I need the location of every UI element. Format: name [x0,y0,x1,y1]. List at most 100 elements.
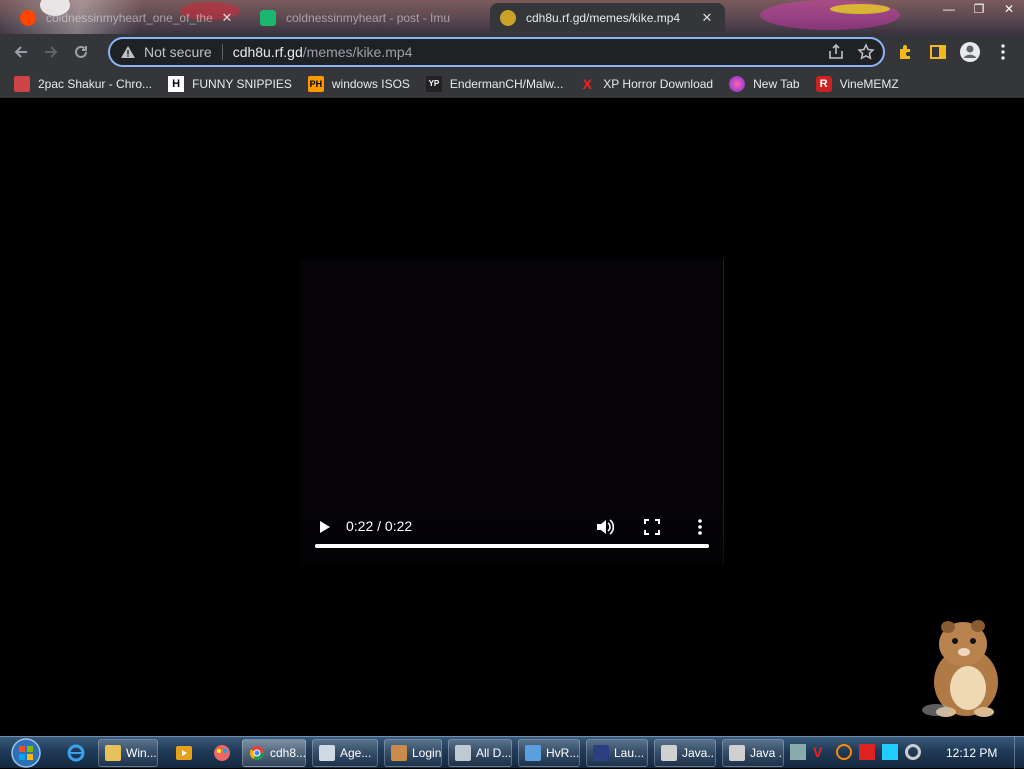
folder-icon [105,745,121,761]
bookmark-endermanch[interactable]: YP EndermanCH/Malw... [425,75,564,92]
bookmark-label: windows ISOS [331,76,410,91]
taskbar-label: All D... [476,746,512,760]
bookmarks-bar: 2pac Shakur - Chro... H FUNNY SNIPPIES P… [0,70,1024,98]
tab-reddit[interactable]: coldnessinmyheart_one_of_the ✕ [10,3,245,32]
menu-button[interactable] [988,37,1018,67]
bookmark-label: VineMEMZ [839,76,899,91]
reddit-icon [20,9,36,26]
taskbar-item-lau[interactable]: Lau... [586,739,648,767]
more-options-icon[interactable] [690,517,710,537]
security-label[interactable]: Not secure [144,44,212,60]
tab-title: coldnessinmyheart_one_of_the [46,10,213,25]
volume-icon[interactable] [594,517,614,537]
close-window-icon[interactable]: ✕ [994,0,1024,18]
fullscreen-icon[interactable] [642,517,662,537]
progress-bar[interactable] [315,544,709,548]
taskbar-label: Login [412,746,442,760]
taskbar-label: Java... [682,746,716,760]
start-button[interactable] [6,738,46,768]
page-content: 0:22 / 0:22 [0,99,1024,736]
taskbar-label: HvR... [546,746,580,760]
taskbar-label: Age... [340,746,372,760]
yp-icon: YP [425,75,442,92]
x-icon: X [582,75,592,92]
video-controls: 0:22 / 0:22 [300,505,724,565]
maximize-icon[interactable]: ❐ [964,0,994,18]
divider [221,44,223,60]
tray-app-icon[interactable] [790,744,806,760]
share-icon[interactable] [827,43,845,61]
puzzle-icon [900,45,910,59]
time-display: 0:22 / 0:22 [346,518,413,534]
bookmark-label: New Tab [753,76,800,91]
bookmark-vinememz[interactable]: R VineMEMZ [815,75,899,92]
taskbar-item-age[interactable]: Age... [312,739,378,767]
window-controls: — ❐ ✕ [934,0,1024,18]
taskbar-item-all-d[interactable]: All D... [448,739,512,767]
java-icon [661,745,677,761]
minimize-icon[interactable]: — [934,0,964,18]
window-icon [455,745,471,761]
taskbar-item-java-1[interactable]: Java... [654,739,716,767]
tray-flag-icon[interactable] [859,744,875,760]
page-icon [14,75,30,92]
paint-icon[interactable] [212,743,232,763]
extensions-button[interactable] [891,37,921,67]
internet-explorer-icon[interactable] [66,743,86,763]
bookmark-label: FUNNY SNIPPIES [192,76,292,91]
close-tab-icon[interactable]: ✕ [699,10,715,26]
star-icon[interactable] [857,43,875,61]
bookmark-2pac[interactable]: 2pac Shakur - Chro... [14,75,153,92]
window-icon [319,745,335,761]
bookmark-windows-isos[interactable]: PH windows ISOS [307,75,410,92]
clock[interactable]: 12:12 PM [946,746,997,760]
show-desktop-button[interactable] [1014,737,1024,769]
reload-icon [75,45,87,58]
tray-sound-icon[interactable] [905,744,921,760]
tab-video[interactable]: cdh8u.rf.gd/memes/kike.mp4 ✕ [490,3,725,32]
bookmark-label: EndermanCH/Malw... [449,76,564,91]
reload-button[interactable] [66,37,96,67]
taskbar-item-java-2[interactable]: Java ... [722,739,784,767]
page-favicon-icon [500,9,516,26]
bookmark-funny-snippies[interactable]: H FUNNY SNIPPIES [168,75,292,92]
side-panel-button[interactable] [923,37,953,67]
tray-v-icon[interactable]: V [813,744,829,760]
bookmark-xp-horror[interactable]: X XP Horror Download [579,75,714,92]
taskbar-label: Lau... [614,746,645,760]
bookmark-label: 2pac Shakur - Chro... [38,76,153,91]
taskbar-label: cdh8... [270,746,306,760]
close-tab-icon[interactable]: ✕ [219,10,235,26]
tab-imgur[interactable]: coldnessinmyheart - post - Imu [250,3,485,32]
profile-button[interactable] [955,37,985,67]
warning-icon [121,46,135,58]
browser-toolbar: Not secure cdh8u.rf.gd /memes/kike.mp4 [0,34,1024,70]
back-button[interactable] [6,37,36,67]
taskbar-item-hvr[interactable]: HvR... [518,739,580,767]
bookmark-new-tab[interactable]: New Tab [729,75,800,92]
side-panel-icon [930,45,946,59]
arrow-right-icon [45,46,58,58]
omnibox-actions [827,43,875,61]
progress-fill [315,544,709,548]
avatar-icon [960,42,980,62]
tray-search-icon[interactable] [836,744,852,760]
taskbar-item-explorer[interactable]: Win... [98,739,158,767]
taskbar-item-login[interactable]: Login [384,739,442,767]
tab-title: cdh8u.rf.gd/memes/kike.mp4 [526,10,681,25]
arrow-left-icon [14,46,27,58]
imgur-icon [260,9,276,26]
taskbar: Win... cdh8... Age... Login All D... HvR… [0,736,1024,769]
ph-icon: PH [307,75,324,92]
play-icon[interactable] [314,517,334,537]
hamster-sticker [922,620,998,717]
bookmark-label: XP Horror Download [603,76,714,91]
taskbar-label: Win... [126,746,157,760]
app-icon [593,745,609,761]
taskbar-item-chrome[interactable]: cdh8... [242,739,306,767]
tray-monitor-icon[interactable] [882,744,898,760]
address-bar[interactable]: Not secure cdh8u.rf.gd /memes/kike.mp4 [108,37,885,67]
video-player[interactable]: 0:22 / 0:22 [300,259,724,565]
forward-button[interactable] [36,37,66,67]
media-player-icon[interactable] [174,743,194,763]
